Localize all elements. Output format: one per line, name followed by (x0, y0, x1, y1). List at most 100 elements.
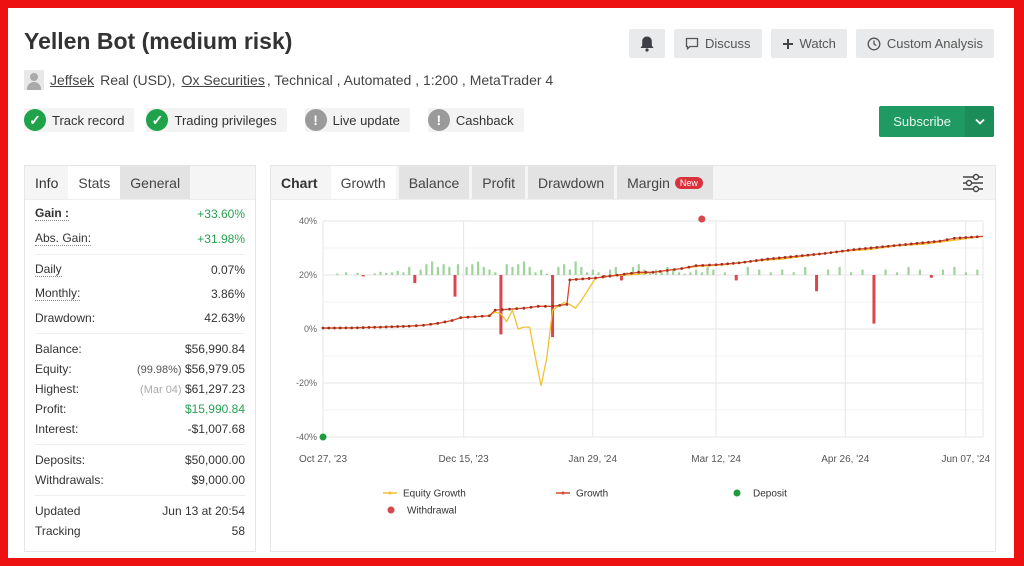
legend-equity-growth[interactable]: Equity Growth (383, 489, 466, 500)
legend-growth[interactable]: Growth (556, 489, 608, 500)
chart-settings-icon[interactable] (961, 172, 985, 194)
growth-line-point (858, 247, 862, 251)
legend-withdrawal[interactable]: Withdrawal (387, 506, 457, 517)
bar-positive (448, 266, 451, 275)
x-tick-label: Jan 29, '24 (568, 454, 617, 465)
badge-cashback[interactable]: ! Cashback (427, 108, 524, 132)
subscribe-button[interactable]: Subscribe (879, 106, 965, 137)
y-tick-label: 0% (304, 324, 317, 334)
tab-balance[interactable]: Balance (398, 166, 473, 199)
growth-line-point (429, 322, 433, 326)
stat-label[interactable]: Monthly: (35, 287, 81, 301)
growth-line-point (401, 324, 405, 328)
page-title: Yellen Bot (medium risk) (24, 28, 293, 54)
growth-chart[interactable]: 40% 20% 0% -20% -40% Oct 27, '23 Dec 15, '23 Ja… (271, 201, 995, 551)
growth-line-point (565, 303, 569, 306)
deposit-point (319, 433, 327, 441)
stat-label: Withdrawals: (35, 473, 104, 487)
growth-line-point (529, 305, 533, 309)
growth-line-point (789, 255, 793, 259)
tab-drawdown[interactable]: Drawdown (527, 166, 618, 199)
broker-link[interactable]: Ox Securities (182, 72, 265, 88)
growth-line-point (694, 264, 698, 268)
bar-positive (723, 272, 726, 275)
growth-line-point (665, 269, 669, 272)
growth-line-point (500, 308, 504, 312)
author-link[interactable]: Jeffsek (50, 72, 94, 88)
subscribe-dropdown-button[interactable] (965, 106, 994, 137)
growth-line-point (551, 304, 554, 308)
tab-growth[interactable]: Growth (330, 166, 399, 199)
stat-tracking: Tracking 58 (35, 521, 245, 541)
divider (35, 333, 245, 334)
bar-positive (373, 273, 376, 275)
check-icon: ✓ (146, 109, 169, 131)
divider (35, 444, 245, 445)
growth-line-point (543, 304, 547, 308)
stat-value[interactable]: 58 (232, 524, 245, 538)
notifications-button[interactable] (629, 29, 666, 58)
badge-trading-privileges[interactable]: ✓ Trading privileges (146, 108, 287, 132)
stat-label[interactable]: Abs. Gain: (35, 232, 92, 246)
tab-general[interactable]: General (120, 166, 191, 199)
growth-line-point (875, 245, 879, 249)
growth-line-point (737, 261, 741, 265)
badge-track-record[interactable]: ✓ Track record (24, 108, 135, 132)
bar-positive (838, 266, 841, 275)
growth-line-point (970, 235, 973, 239)
growth-line-point (720, 262, 724, 266)
watch-button[interactable]: Watch (770, 29, 847, 58)
growth-line-point (975, 235, 979, 239)
chart-tabs: Chart Growth Balance Profit Drawdown Mar… (271, 166, 995, 200)
stat-daily: Daily 0.07% (35, 260, 245, 280)
tab-margin[interactable]: Margin New (617, 166, 716, 199)
bar-positive (436, 266, 439, 275)
growth-line-point (731, 261, 735, 265)
growth-line-point (344, 326, 348, 330)
tab-profit[interactable]: Profit (472, 166, 528, 199)
stat-label[interactable]: Gain : (35, 207, 70, 221)
growth-line-point (958, 236, 962, 240)
growth-line-point (384, 325, 388, 329)
growth-line-point (587, 277, 591, 280)
x-tick-label: Mar 12, '24 (691, 454, 741, 465)
discuss-button[interactable]: Discuss (674, 29, 762, 58)
growth-line-point (823, 252, 827, 255)
growth-line-point (373, 325, 377, 329)
subscribe-button-group: Subscribe (879, 106, 994, 137)
growth-line-point (644, 270, 648, 274)
growth-line-point (673, 268, 676, 271)
growth-line-point (964, 236, 968, 239)
legend-deposit[interactable]: Deposit (733, 489, 788, 500)
legend-marker-icon (561, 491, 565, 495)
stat-balance: Balance: $56,990.84 (35, 339, 245, 359)
stat-value: +33.60% (197, 207, 245, 221)
growth-line-point (630, 271, 633, 275)
stat-deposits: Deposits: $50,000.00 (35, 450, 245, 470)
custom-analysis-button[interactable]: Custom Analysis (855, 29, 994, 58)
bar-positive (482, 266, 485, 275)
legend-marker-icon (388, 491, 392, 495)
bar-positive (861, 269, 864, 275)
growth-line-point (658, 269, 662, 273)
growth-line-point (927, 240, 930, 244)
legend-label: Equity Growth (403, 489, 466, 500)
bar-positive (608, 269, 612, 275)
growth-line-point (422, 323, 425, 327)
x-tick-label: Apr 26, '24 (821, 454, 869, 465)
stat-label[interactable]: Daily (35, 263, 62, 277)
chart-tabs-label: Chart (271, 166, 331, 199)
tab-stats[interactable]: Stats (68, 166, 121, 199)
equity-growth-line (322, 235, 984, 386)
badge-live-update[interactable]: ! Live update (304, 108, 410, 132)
bar-positive (379, 271, 382, 275)
tab-info[interactable]: Info (25, 166, 68, 199)
avatar (24, 70, 44, 90)
growth-line-point (443, 320, 447, 324)
bar-positive (511, 266, 514, 275)
growth-line-point (708, 263, 711, 267)
bar-positive (545, 273, 549, 275)
stat-withdrawals: Withdrawals: $9,000.00 (35, 470, 245, 490)
bar-positive (540, 269, 543, 275)
plus-icon (782, 38, 793, 49)
